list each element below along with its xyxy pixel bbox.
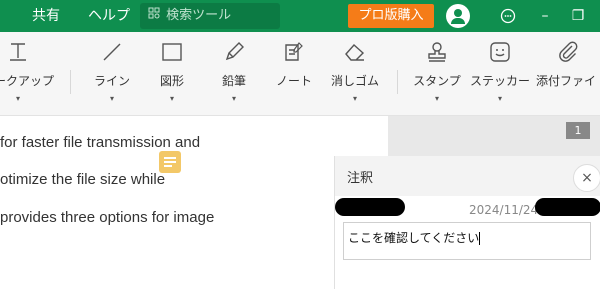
toolbar-divider (70, 70, 71, 94)
tool-label: 消しゴム (330, 74, 379, 88)
chevron-down-icon[interactable]: ▾ (232, 94, 236, 103)
minimize-icon[interactable]: – (535, 0, 555, 32)
chevron-down-icon[interactable]: ▾ (170, 94, 174, 103)
tool-label: ノート (275, 74, 312, 88)
annotation-comment-text: ここを確認してください (348, 231, 480, 245)
document-text-line: for faster file transmission and (0, 134, 201, 151)
annotation-panel-header: 注釈 × (335, 156, 600, 196)
redacted-author (335, 198, 405, 216)
search-placeholder: 検索ツール (166, 8, 232, 23)
tool-label: ステッカー (470, 74, 531, 88)
note-icon (282, 40, 306, 64)
chevron-down-icon[interactable]: ▾ (110, 94, 114, 103)
tool-label: 鉛筆 (221, 74, 246, 88)
tool-pencil[interactable]: 鉛筆 ▾ (210, 32, 258, 116)
annotation-panel: 注釈 × 2024/11/24 ここを確認してください (334, 156, 600, 289)
chevron-down-icon[interactable]: ▾ (498, 94, 502, 103)
menu-help[interactable]: ヘルプ (88, 0, 130, 32)
pro-upgrade-button[interactable]: プロ版購入 (348, 4, 434, 28)
chat-icon[interactable] (498, 0, 518, 32)
tool-label: スタンプ (413, 74, 461, 88)
annotation-panel-title: 注釈 (347, 171, 374, 186)
tool-attachment[interactable]: 添付ファイ (536, 32, 600, 116)
tool-label: マークアップ (0, 74, 54, 88)
search-tool-icon (148, 3, 162, 29)
annotation-comment-field[interactable]: ここを確認してください (343, 222, 591, 260)
chevron-down-icon[interactable]: ▾ (353, 94, 357, 103)
paperclip-icon (556, 40, 580, 64)
search-box[interactable]: 検索ツール (140, 3, 280, 29)
tool-stamp[interactable]: スタンプ ▾ (410, 32, 464, 116)
document-text-line: otimize the file size while (0, 171, 166, 188)
chevron-down-icon[interactable]: ▾ (435, 94, 439, 103)
restore-icon[interactable]: ❐ (568, 0, 588, 32)
avatar[interactable] (446, 4, 470, 28)
rectangle-icon (160, 40, 184, 64)
annotation-toolbar: マークアップ ▾ ライン ▾ 図形 ▾ 鉛筆 ▾ ノート 消しゴム ▾ (0, 32, 600, 116)
annotation-date: 2024/11/24 (469, 203, 539, 217)
line-icon (100, 40, 124, 64)
tool-label: ライン (93, 74, 130, 88)
menu-share[interactable]: 共有 (32, 0, 60, 32)
tool-label: 添付ファイ (536, 74, 597, 88)
tool-eraser[interactable]: 消しゴム ▾ (326, 32, 384, 116)
tool-sticker[interactable]: ステッカー ▾ (470, 32, 530, 116)
top-bar: 共有 ヘルプ 検索ツール プロ版購入 – ❐ (0, 0, 600, 32)
sticker-icon (488, 40, 512, 64)
close-button[interactable]: × (573, 164, 600, 192)
tool-note[interactable]: ノート (270, 32, 318, 116)
text-markup-icon (6, 40, 30, 64)
text-caret (479, 232, 481, 245)
tool-shape[interactable]: 図形 ▾ (148, 32, 196, 116)
pencil-icon (222, 40, 246, 64)
tool-markup[interactable]: マークアップ ▾ (0, 32, 56, 116)
page-number-badge: 1 (566, 122, 590, 139)
note-marker-icon[interactable] (159, 151, 181, 173)
document-text-line: provides three options for image (0, 209, 215, 226)
stamp-icon (425, 40, 449, 64)
eraser-icon (343, 40, 367, 64)
redacted-time (535, 198, 600, 216)
chevron-down-icon[interactable]: ▾ (16, 94, 20, 103)
tool-line[interactable]: ライン ▾ (88, 32, 136, 116)
tool-label: 図形 (159, 74, 184, 88)
toolbar-divider (397, 70, 398, 94)
